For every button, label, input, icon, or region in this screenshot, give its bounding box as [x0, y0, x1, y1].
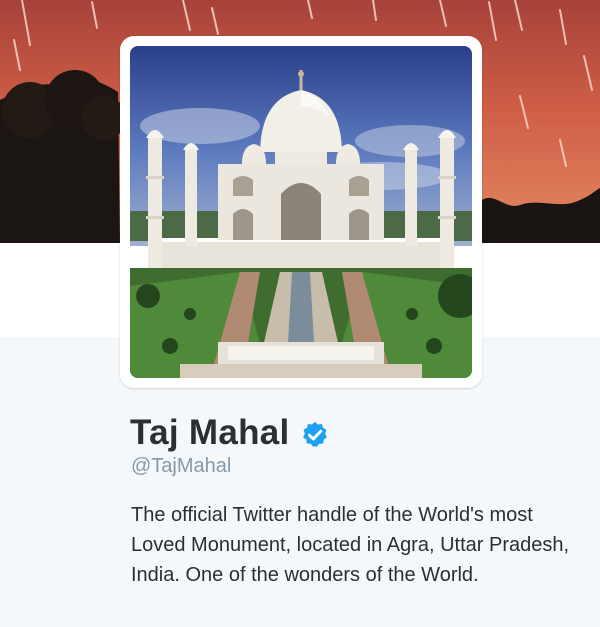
profile-name[interactable]: Taj Mahal	[130, 413, 290, 453]
taj-mahal-photo	[130, 46, 472, 378]
profile-handle[interactable]: @TajMahal	[131, 455, 231, 478]
profile-name-row: Taj Mahal	[130, 408, 330, 458]
avatar-image	[130, 46, 472, 378]
profile-avatar[interactable]	[120, 36, 482, 388]
verified-badge-icon	[302, 421, 327, 447]
profile-bio: The official Twitter handle of the World…	[131, 504, 570, 586]
